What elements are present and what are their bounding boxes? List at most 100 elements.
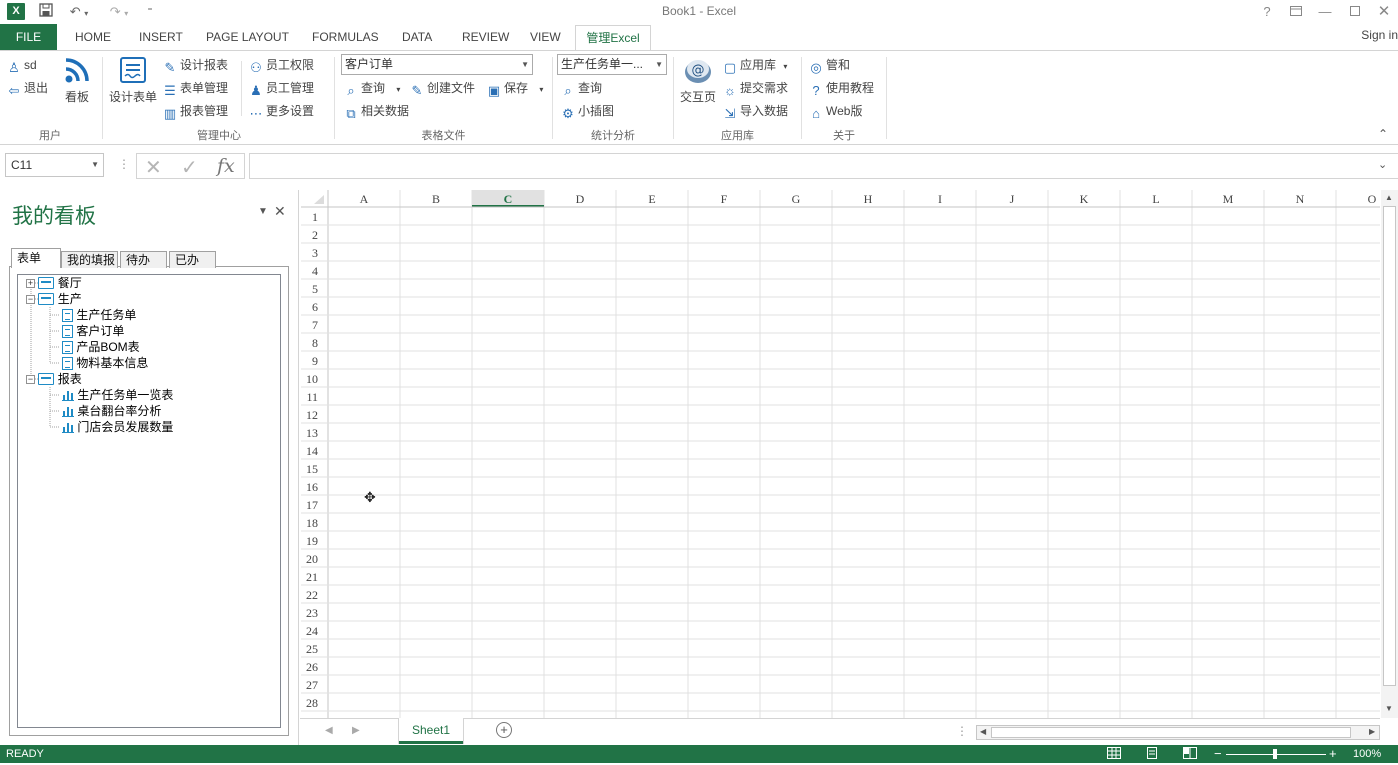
page-layout-view-icon[interactable] bbox=[1145, 747, 1159, 765]
row-header-12[interactable]: 12 bbox=[306, 408, 318, 422]
tab-formulas[interactable]: FORMULAS bbox=[306, 25, 385, 50]
row-header-15[interactable]: 15 bbox=[306, 462, 318, 476]
scroll-right-icon[interactable]: ▶ bbox=[1369, 727, 1375, 736]
row-header-4[interactable]: 4 bbox=[312, 264, 318, 278]
scroll-up-icon[interactable]: ▲ bbox=[1385, 193, 1393, 202]
staff-permission-button[interactable]: ⚇ 员工权限 bbox=[249, 55, 314, 75]
stats-report-select[interactable]: 生产任务单一... ▼ bbox=[557, 54, 667, 75]
kanban-button[interactable]: 看板 bbox=[60, 55, 94, 105]
sign-in-link[interactable]: Sign in bbox=[1361, 28, 1398, 42]
formula-input[interactable] bbox=[249, 153, 1398, 179]
row-header-24[interactable]: 24 bbox=[306, 624, 318, 638]
stats-query-button[interactable]: ⌕ 查询 bbox=[561, 78, 602, 98]
tree-item-member-growth-report[interactable]: 门店会员发展数量 bbox=[62, 419, 173, 435]
row-header-22[interactable]: 22 bbox=[306, 588, 318, 602]
tree-folder-restaurant[interactable]: + 餐厅 bbox=[26, 275, 82, 291]
row-header-18[interactable]: 18 bbox=[306, 516, 318, 530]
tutorial-button[interactable]: ? 使用教程 bbox=[809, 78, 874, 98]
insert-function-icon[interactable]: fx bbox=[217, 155, 235, 177]
tree-folder-production[interactable]: − 生产 bbox=[26, 291, 82, 307]
name-box[interactable]: C11 ▼ bbox=[5, 153, 104, 177]
normal-view-icon[interactable] bbox=[1107, 747, 1121, 765]
scroll-left-icon[interactable]: ◀ bbox=[980, 727, 986, 736]
table-file-select[interactable]: 客户订单 ▼ bbox=[341, 54, 533, 75]
row-header-25[interactable]: 25 bbox=[306, 642, 318, 656]
import-data-button[interactable]: ⇲ 导入数据 bbox=[723, 101, 788, 121]
collapse-icon[interactable]: − bbox=[26, 295, 35, 304]
tab-review[interactable]: REVIEW bbox=[456, 25, 515, 50]
column-header-i[interactable]: I bbox=[938, 192, 942, 206]
horizontal-scrollbar[interactable]: ◀ ▶ bbox=[976, 725, 1380, 740]
tree-folder-reports[interactable]: − 报表 bbox=[26, 371, 82, 387]
user-sd-button[interactable]: ♙ sd bbox=[7, 55, 37, 75]
row-header-9[interactable]: 9 bbox=[312, 354, 318, 368]
row-header-2[interactable]: 2 bbox=[312, 228, 318, 242]
confirm-icon[interactable]: ✓ bbox=[181, 155, 198, 180]
zoom-in-icon[interactable]: + bbox=[1329, 745, 1337, 763]
tab-insert[interactable]: INSERT bbox=[133, 25, 189, 50]
vertical-scroll-thumb[interactable] bbox=[1383, 206, 1396, 686]
tab-data[interactable]: DATA bbox=[396, 25, 438, 50]
cell-grid[interactable]: A B C D E F G H I J K L M N O1234567891011121314151617… bbox=[301, 190, 1380, 718]
row-header-28[interactable]: 28 bbox=[306, 696, 318, 710]
tree-item-customer-order[interactable]: 客户订单 bbox=[62, 323, 124, 339]
column-header-a[interactable]: A bbox=[360, 192, 369, 206]
row-header-16[interactable]: 16 bbox=[306, 480, 318, 494]
column-header-l[interactable]: L bbox=[1152, 192, 1159, 206]
tree-item-product-bom[interactable]: 产品BOM表 bbox=[62, 339, 140, 355]
more-settings-button[interactable]: ⋯ 更多设置 bbox=[249, 101, 315, 121]
scroll-down-icon[interactable]: ▼ bbox=[1385, 704, 1393, 713]
row-header-7[interactable]: 7 bbox=[312, 318, 318, 332]
interact-page-button[interactable]: @ 交互页 bbox=[677, 55, 719, 105]
submit-request-button[interactable]: ☼ 提交需求 bbox=[723, 78, 788, 98]
tab-view[interactable]: VIEW bbox=[524, 25, 567, 50]
expand-formula-bar-icon[interactable]: ⌄ bbox=[1378, 158, 1387, 171]
column-header-j[interactable]: J bbox=[1010, 192, 1015, 206]
tab-manage-excel[interactable]: 管理Excel bbox=[575, 25, 651, 51]
row-header-13[interactable]: 13 bbox=[306, 426, 318, 440]
tab-page-layout[interactable]: PAGE LAYOUT bbox=[200, 25, 295, 50]
create-file-button[interactable]: ✎ 创建文件 bbox=[410, 78, 475, 98]
row-header-17[interactable]: 17 bbox=[306, 498, 318, 512]
design-form-button[interactable]: 设计表单 bbox=[106, 55, 160, 105]
column-header-e[interactable]: E bbox=[648, 192, 655, 206]
tab-todo[interactable]: 待办 bbox=[120, 251, 167, 268]
row-header-6[interactable]: 6 bbox=[312, 300, 318, 314]
column-header-c[interactable]: C bbox=[504, 192, 513, 206]
column-header-o[interactable]: O bbox=[1368, 192, 1377, 206]
tab-my-submissions[interactable]: 我的填报 bbox=[61, 251, 118, 268]
minimize-icon[interactable]: — bbox=[1312, 2, 1338, 22]
close-icon[interactable]: ✕ bbox=[1371, 2, 1397, 22]
tab-file[interactable]: FILE bbox=[0, 24, 57, 50]
zoom-out-icon[interactable]: − bbox=[1214, 745, 1222, 763]
staff-management-button[interactable]: ♟ 员工管理 bbox=[249, 78, 314, 98]
restore-ribbon-icon[interactable] bbox=[1283, 2, 1309, 22]
web-version-button[interactable]: ⌂ Web版 bbox=[809, 101, 862, 121]
panel-menu-icon[interactable]: ▼ bbox=[258, 206, 268, 217]
column-header-f[interactable]: F bbox=[721, 192, 728, 206]
row-header-3[interactable]: 3 bbox=[312, 246, 318, 260]
sheet-tab-sheet1[interactable]: Sheet1 bbox=[399, 718, 463, 744]
expand-icon[interactable]: + bbox=[26, 279, 35, 288]
tree-item-production-task[interactable]: 生产任务单 bbox=[62, 307, 136, 323]
zoom-slider-thumb[interactable] bbox=[1273, 749, 1277, 759]
app-store-button[interactable]: ▢ 应用库 ▾ bbox=[723, 55, 788, 75]
panel-divider[interactable] bbox=[298, 190, 299, 745]
tree-item-material-info[interactable]: 物料基本信息 bbox=[62, 355, 148, 371]
guanhe-button[interactable]: ◎ 管和 bbox=[809, 55, 850, 75]
column-header-h[interactable]: H bbox=[864, 192, 873, 206]
related-data-button[interactable]: ⧉ 相关数据 bbox=[344, 101, 409, 121]
column-header-g[interactable]: G bbox=[792, 192, 801, 206]
form-management-button[interactable]: ☰ 表单管理 bbox=[163, 78, 228, 98]
column-header-b[interactable]: B bbox=[432, 192, 440, 206]
logout-button[interactable]: ⇦ 退出 bbox=[7, 78, 48, 98]
tree-item-table-turnover-report[interactable]: 桌台翻台率分析 bbox=[62, 403, 161, 419]
formula-bar-grip-icon[interactable]: ⋮ bbox=[118, 157, 130, 171]
row-header-19[interactable]: 19 bbox=[306, 534, 318, 548]
report-management-button[interactable]: ▥ 报表管理 bbox=[163, 101, 228, 121]
tree-item-task-overview-report[interactable]: 生产任务单一览表 bbox=[62, 387, 173, 403]
tab-home[interactable]: HOME bbox=[69, 25, 117, 50]
worksheet-grid[interactable]: A B C D E F G H I J K L M N O 1 2 3 4 5 6 7 8 9 10 11 12 13 14 15 16 17… bbox=[301, 190, 1380, 718]
page-break-view-icon[interactable] bbox=[1183, 747, 1197, 765]
collapse-icon[interactable]: − bbox=[26, 375, 35, 384]
